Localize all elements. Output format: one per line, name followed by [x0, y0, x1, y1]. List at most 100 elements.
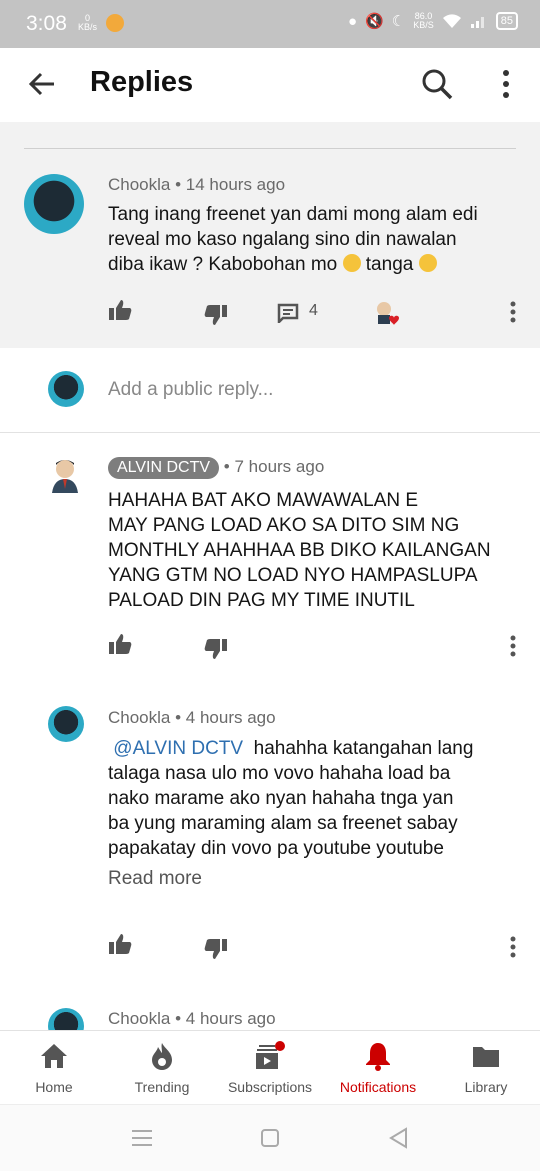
comment-meta: Chookla • 4 hours ago	[108, 1009, 276, 1029]
reply-item: ALVIN DCTV • 7 hours ago HAHAHA BAT AKO …	[0, 433, 540, 693]
like-icon[interactable]	[108, 299, 132, 321]
nav-label: Notifications	[339, 1079, 417, 1095]
comment-line-part: diba ikaw ? Kabobohan mo	[108, 254, 338, 275]
reply-input[interactable]: Add a public reply...	[108, 379, 273, 401]
comment-text: Tang inang freenet yan dami mong alam ed…	[108, 202, 528, 277]
comment-line: MONTHLY AHAHHAA BB DIKO KAILANGAN	[108, 540, 491, 561]
comment-line: PALOAD DIN PAG MY TIME INUTIL	[108, 590, 415, 611]
reply-item: Chookla • 4 hours ago	[0, 993, 540, 1030]
dislike-icon[interactable]	[204, 638, 228, 660]
comment-time: 14 hours ago	[185, 175, 286, 194]
net-speed-right: 86.0 KB/S	[413, 12, 434, 30]
comment-line: papakatay din vovo pa youtube youtube	[108, 838, 444, 859]
avatar[interactable]	[46, 455, 84, 493]
comment-author[interactable]: Chookla	[108, 708, 170, 727]
like-icon[interactable]	[108, 633, 132, 655]
comment-more-icon[interactable]	[503, 300, 523, 326]
data-saver-icon: ●	[348, 12, 358, 30]
bell-icon	[366, 1043, 390, 1071]
avatar[interactable]	[48, 1008, 84, 1030]
comment-author[interactable]: Chookla	[108, 175, 170, 194]
nav-label: Trending	[134, 1079, 190, 1095]
nav-home[interactable]: Home	[0, 1039, 108, 1095]
comment-more-icon[interactable]	[503, 634, 523, 660]
comment-line: reveal mo kaso ngalang sino din nawalan	[108, 229, 457, 250]
meta-separator: •	[175, 708, 182, 727]
page-title: Replies	[90, 66, 194, 98]
comment-line-part: hahahha katangahan lang	[253, 738, 474, 759]
nav-label: Home	[35, 1079, 73, 1095]
laughing-emoji-icon	[342, 254, 361, 272]
comment-meta: Chookla • 14 hours ago	[108, 175, 285, 195]
nav-library[interactable]: Library	[432, 1039, 540, 1095]
nav-label: Subscriptions	[227, 1079, 313, 1095]
back-button-icon[interactable]	[388, 1127, 408, 1149]
comment-line: Tang inang freenet yan dami mong alam ed…	[108, 204, 478, 225]
trending-flame-icon	[152, 1043, 172, 1070]
reply-count[interactable]: 4	[309, 302, 318, 320]
reply-item: Chookla • 4 hours ago @ALVIN DCTV hahahh…	[0, 693, 540, 993]
creator-heart-icon	[372, 298, 402, 328]
comment-time: 7 hours ago	[234, 457, 325, 476]
comment-time: 4 hours ago	[185, 708, 276, 727]
like-icon[interactable]	[108, 933, 132, 955]
comment-text: @ALVIN DCTV hahahha katangahan lang tala…	[108, 736, 528, 891]
home-button-icon[interactable]	[260, 1128, 280, 1148]
back-arrow-icon[interactable]	[26, 68, 58, 100]
comment-meta: ALVIN DCTV • 7 hours ago	[108, 457, 324, 479]
nav-trending[interactable]: Trending	[108, 1039, 216, 1095]
meta-separator: •	[223, 457, 230, 476]
avatar[interactable]	[24, 174, 84, 234]
wifi-icon	[442, 14, 461, 28]
meta-separator: •	[175, 175, 182, 194]
comment-line: talaga nasa ulo mo vovo hahaha load ba	[108, 763, 451, 784]
meta-separator: •	[175, 1009, 182, 1028]
comment-line: YANG GTM NO LOAD NYO HAMPASLUPA	[108, 565, 478, 586]
comment-line: diba ikaw ? Kabobohan mo tanga	[108, 252, 528, 277]
search-icon[interactable]	[420, 67, 454, 101]
nav-notifications[interactable]: Notifications	[324, 1039, 432, 1095]
bottom-nav: Home Trending Subscriptions Notification…	[0, 1030, 540, 1105]
parent-comment: Chookla • 14 hours ago Tang inang freene…	[0, 122, 540, 348]
subscriptions-icon	[256, 1041, 285, 1069]
status-time: 3:08	[26, 12, 67, 35]
reply-icon[interactable]	[277, 303, 299, 323]
net-speed-left-unit: KB/s	[78, 22, 98, 32]
comment-line: MAY PANG LOAD AKO SA DITO SIM NG	[108, 515, 460, 536]
comment-meta: Chookla • 4 hours ago	[108, 708, 276, 728]
notification-emoji-icon	[106, 14, 124, 32]
net-speed-right-unit: KB/S	[413, 20, 434, 30]
creator-badge[interactable]: ALVIN DCTV	[108, 457, 220, 479]
system-nav-bar	[0, 1104, 540, 1171]
nav-subscriptions[interactable]: Subscriptions	[216, 1039, 324, 1095]
comment-text: HAHAHA BAT AKO MAWAWALAN E MAY PANG LOAD…	[108, 488, 528, 613]
home-icon	[41, 1044, 67, 1068]
avatar[interactable]	[48, 706, 84, 742]
comment-line: HAHAHA BAT AKO MAWAWALAN E	[108, 490, 419, 511]
mute-icon: 🔇	[365, 13, 384, 30]
status-icons: ● 🔇 ☾ 86.0 KB/S 85	[348, 12, 518, 30]
comment-line: nako marame ako nyan hahaha tnga yan	[108, 788, 454, 809]
library-folder-icon	[473, 1047, 499, 1067]
recent-apps-icon[interactable]	[131, 1129, 153, 1147]
comment-more-icon[interactable]	[503, 935, 523, 961]
dislike-icon[interactable]	[204, 938, 228, 960]
battery-icon: 85	[495, 12, 518, 30]
signal-icon	[470, 17, 484, 28]
status-bar: 3:08 0 KB/s ● 🔇 ☾ 86.0 KB/S 85	[0, 0, 540, 48]
comment-time: 4 hours ago	[185, 1009, 276, 1028]
more-options-icon[interactable]	[496, 68, 516, 102]
nav-label: Library	[464, 1079, 508, 1095]
laughing-emoji-icon	[418, 254, 437, 272]
comment-line: ba yung maraming alam sa freenet sabay	[108, 813, 458, 834]
comment-author[interactable]: Chookla	[108, 1009, 170, 1028]
divider	[24, 148, 516, 149]
mention-link[interactable]: @ALVIN DCTV	[113, 738, 243, 759]
dislike-icon[interactable]	[204, 304, 228, 326]
net-speed-left: 0 KB/s	[78, 14, 97, 32]
moon-icon: ☾	[391, 13, 406, 30]
read-more-link[interactable]: Read more	[108, 866, 528, 891]
avatar	[48, 371, 84, 407]
comment-line-part: tanga	[365, 254, 414, 275]
comment-line: @ALVIN DCTV hahahha katangahan lang	[108, 736, 528, 761]
